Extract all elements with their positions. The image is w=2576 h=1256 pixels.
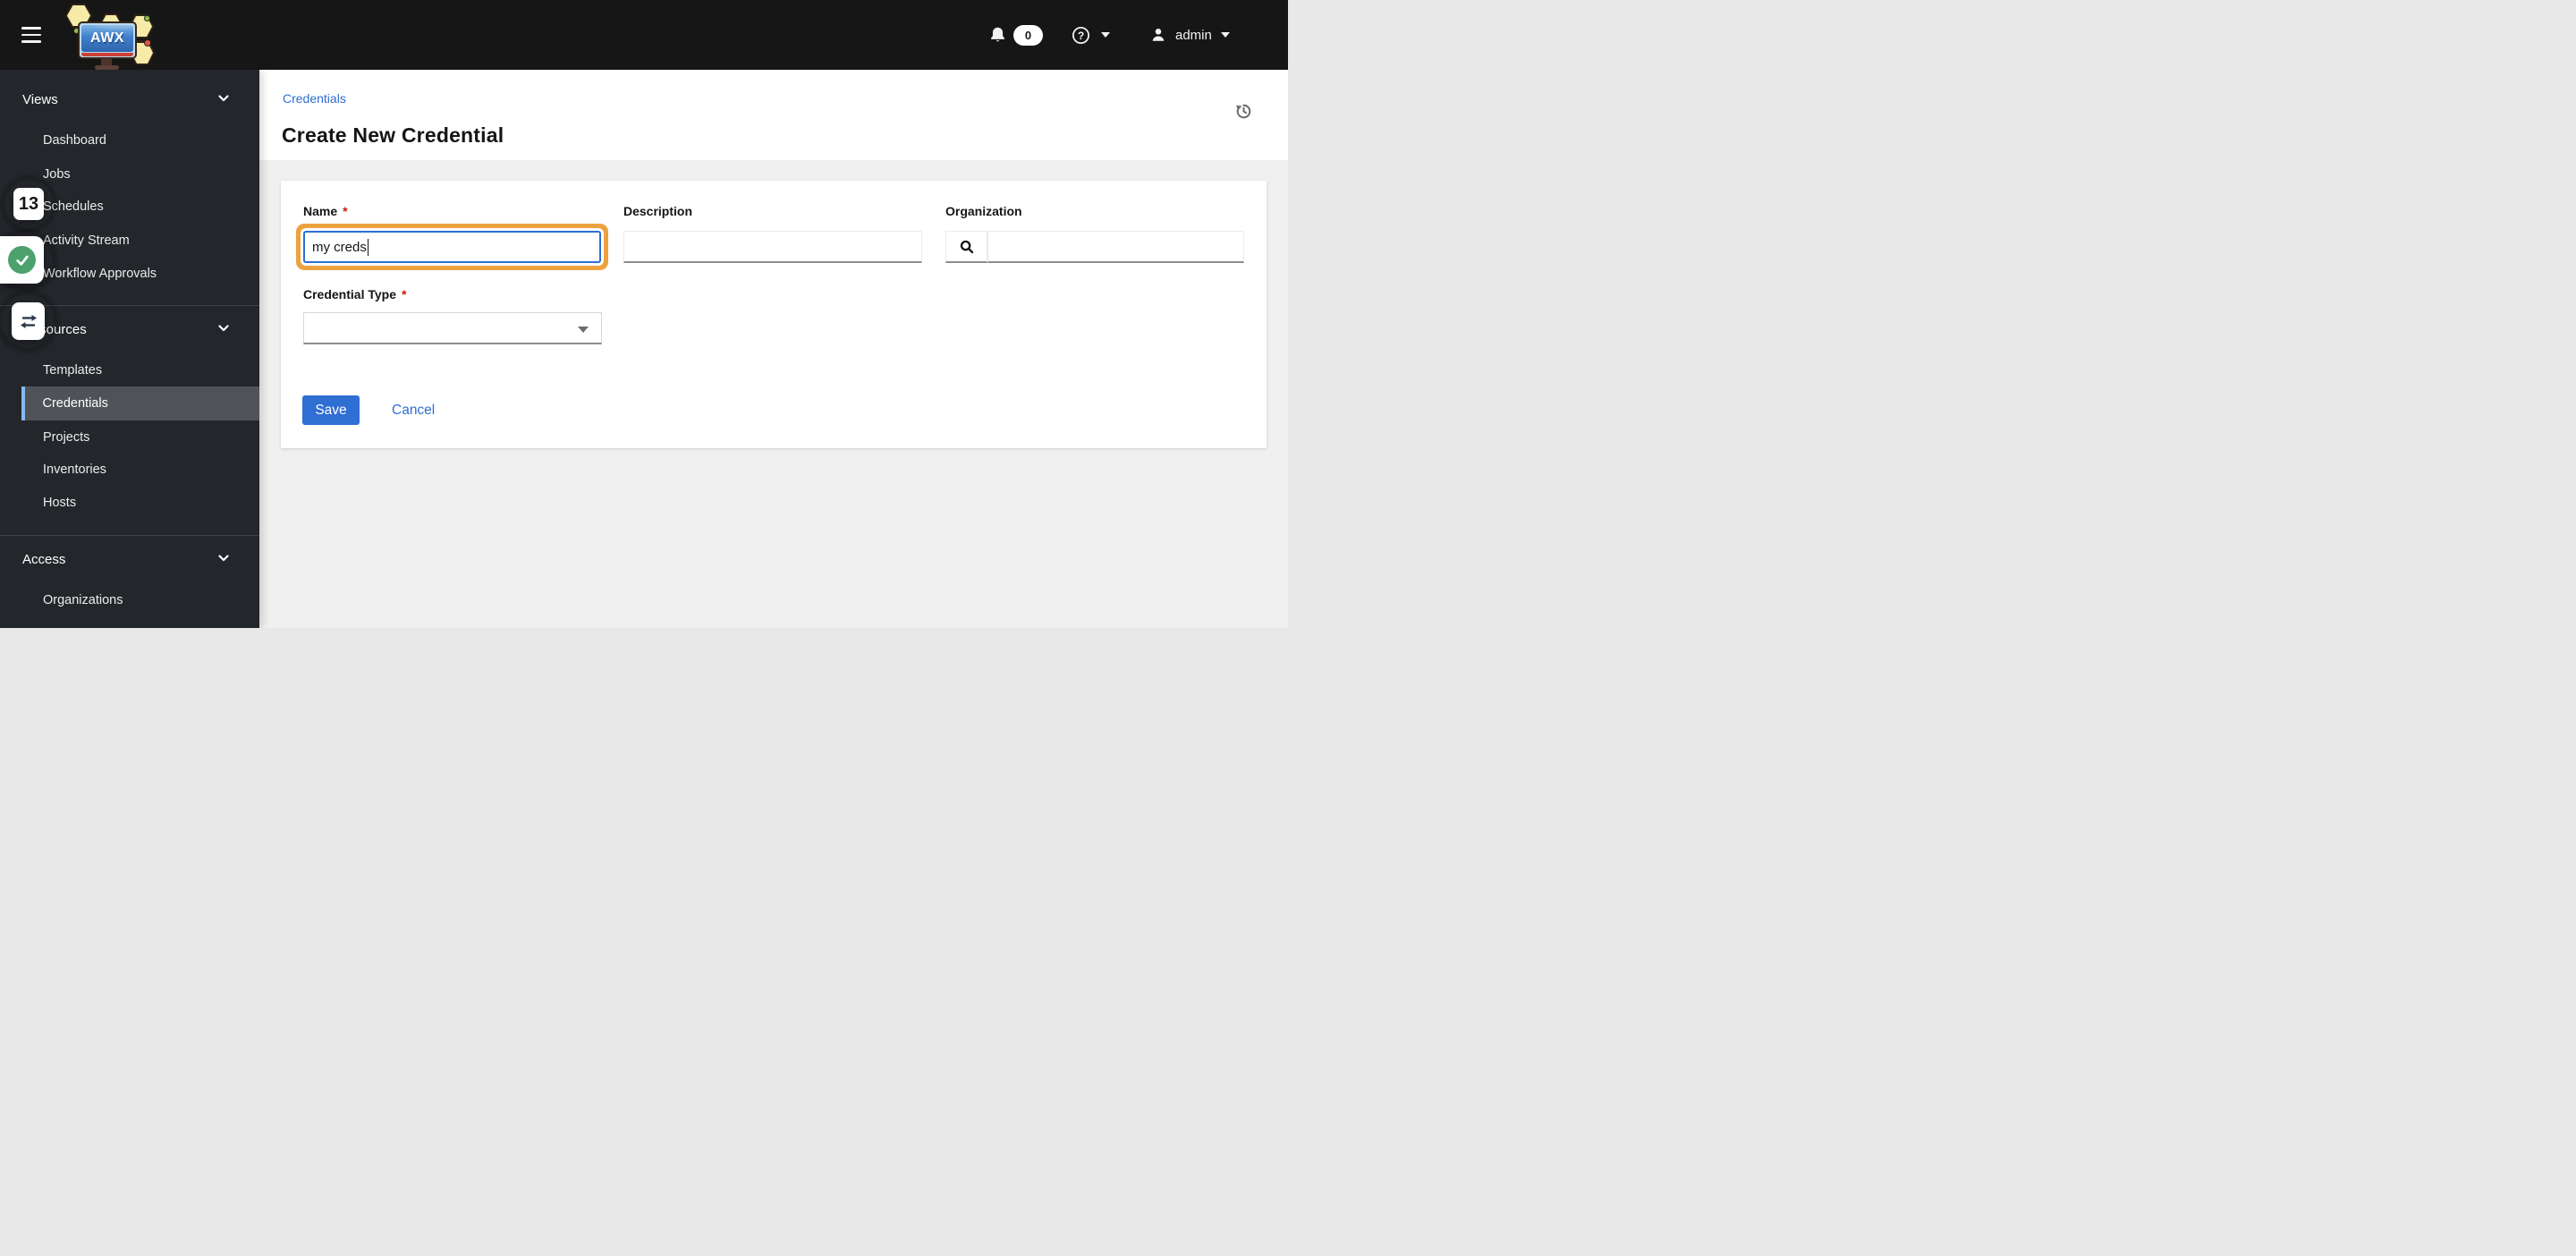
logo-text: AWX <box>90 30 124 46</box>
logo-node-dot <box>144 15 150 21</box>
user-icon <box>1152 29 1165 41</box>
nav-group-access[interactable]: Access <box>0 547 259 572</box>
page-title: Create New Credential <box>282 123 504 148</box>
chevron-down-icon <box>1101 32 1110 38</box>
cancel-button[interactable]: Cancel <box>392 395 435 425</box>
text-cursor <box>367 238 369 256</box>
history-icon <box>1235 104 1250 118</box>
awx-app-window: AWX 0 ? admin Views Dashboard Jobs Sched… <box>0 0 1288 628</box>
logo-node-dot <box>144 39 151 47</box>
name-input[interactable]: my creds <box>303 231 601 263</box>
name-input-value: my creds <box>312 239 367 255</box>
sidebar-divider <box>0 535 259 536</box>
chevron-down-icon <box>218 95 229 102</box>
sidebar-nav: Views Dashboard Jobs Schedules Activity … <box>0 70 259 628</box>
search-icon <box>960 240 973 253</box>
help-menu[interactable]: ? <box>1072 0 1110 70</box>
name-field-label: Name * <box>303 204 348 218</box>
sidebar-item-organizations[interactable]: Organizations <box>0 583 259 617</box>
nav-toggle-button[interactable] <box>21 23 41 47</box>
organization-lookup-button[interactable] <box>945 231 987 263</box>
user-menu[interactable]: admin <box>1150 0 1230 70</box>
username-label: admin <box>1175 27 1212 43</box>
question-circle-icon: ? <box>1072 26 1090 44</box>
sidebar-item-credentials[interactable]: Credentials <box>21 386 259 420</box>
swap-arrows-icon <box>20 314 37 328</box>
hamburger-icon <box>21 27 41 30</box>
create-credential-card: Name * Description Organization my creds … <box>281 181 1267 448</box>
select-caret-icon <box>578 327 589 333</box>
annotation-swap-badge <box>12 302 45 340</box>
credential-type-field-label: Credential Type * <box>303 287 407 301</box>
annotation-step-count-badge: 13 <box>13 188 44 220</box>
sidebar-item-inventories[interactable]: Inventories <box>0 453 259 487</box>
logo-monitor-base <box>95 65 119 70</box>
description-input[interactable] <box>623 231 922 263</box>
sidebar-item-jobs[interactable]: Jobs <box>0 157 259 191</box>
chevron-down-icon <box>218 555 229 562</box>
sidebar-item-hosts[interactable]: Hosts <box>0 486 259 520</box>
check-circle-icon <box>8 246 36 274</box>
awx-logo[interactable]: AWX <box>65 3 157 70</box>
required-asterisk: * <box>343 204 348 218</box>
required-asterisk: * <box>402 287 407 301</box>
masthead: AWX 0 ? admin <box>0 0 1288 70</box>
credential-type-select[interactable] <box>303 312 602 344</box>
organization-field-label: Organization <box>945 204 1022 218</box>
notifications-button[interactable]: 0 <box>989 0 1043 70</box>
breadcrumb-credentials-link[interactable]: Credentials <box>283 91 346 106</box>
nav-group-views[interactable]: Views <box>0 87 259 112</box>
annotation-success-badge <box>0 236 44 284</box>
notification-count-badge: 0 <box>1013 24 1043 46</box>
sidebar-item-templates[interactable]: Templates <box>0 353 259 387</box>
sidebar-item-dashboard[interactable]: Dashboard <box>0 123 259 157</box>
svg-text:?: ? <box>1078 29 1084 41</box>
bell-icon <box>991 27 1004 41</box>
chevron-down-icon <box>1220 32 1230 38</box>
organization-input[interactable] <box>987 231 1244 263</box>
save-button[interactable]: Save <box>302 395 360 425</box>
view-history-button[interactable] <box>1231 98 1256 123</box>
sidebar-item-projects[interactable]: Projects <box>0 420 259 454</box>
chevron-down-icon <box>218 325 229 332</box>
logo-monitor: AWX <box>78 21 137 59</box>
description-field-label: Description <box>623 204 693 218</box>
